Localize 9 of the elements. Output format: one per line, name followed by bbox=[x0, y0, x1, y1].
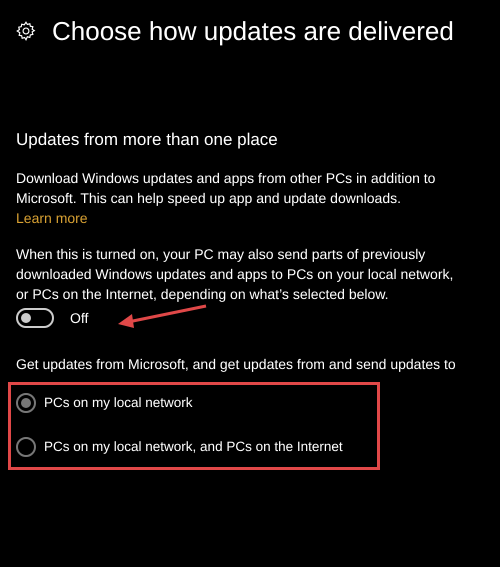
learn-more-link[interactable]: Learn more bbox=[16, 210, 88, 226]
description-text: Download Windows updates and apps from other PCs in addition to Microsoft. This can help speed up app and update downloads. bbox=[16, 169, 436, 208]
options-prompt: Get updates from Microsoft, and get updates from and send updates to bbox=[16, 355, 456, 374]
explanation-text: When this is turned on, your PC may also send parts of previously downloaded Windows updates and apps to PCs on your local network, or PCs on the Internet, depending on what’s selected below. bbox=[16, 245, 454, 304]
toggle-label: Off bbox=[70, 309, 88, 328]
page-title: Choose how updates are delivered bbox=[52, 15, 454, 48]
option-label: PCs on my local network bbox=[44, 394, 193, 412]
section-heading: Updates from more than one place bbox=[16, 129, 279, 151]
option-label: PCs on my local network, and PCs on the Internet bbox=[44, 438, 343, 456]
